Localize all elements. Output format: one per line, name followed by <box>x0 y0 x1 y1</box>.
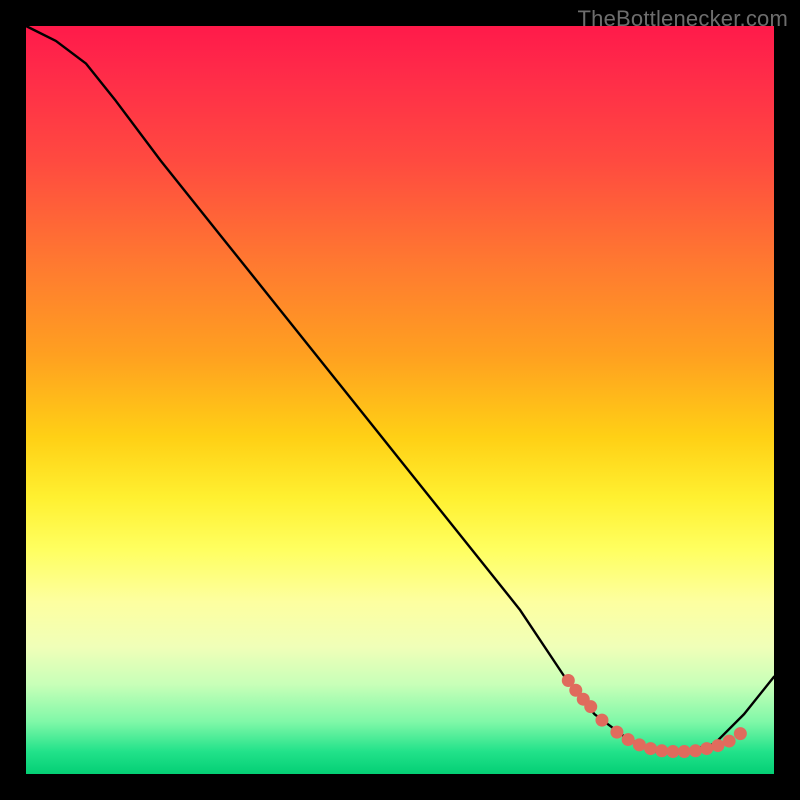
highlight-dot <box>689 744 702 757</box>
highlight-dot <box>595 714 608 727</box>
highlight-dot <box>667 745 680 758</box>
highlight-dot <box>734 727 747 740</box>
highlight-dot <box>633 738 646 751</box>
highlight-dot <box>700 742 713 755</box>
highlight-dot <box>723 735 736 748</box>
highlight-dot <box>678 745 691 758</box>
highlight-dot <box>644 742 657 755</box>
curve-line <box>26 26 774 752</box>
attribution-label: TheBottlenecker.com <box>578 6 788 32</box>
highlight-dot <box>711 739 724 752</box>
plot-area <box>26 26 774 774</box>
highlight-dot <box>610 726 623 739</box>
highlight-dot <box>655 744 668 757</box>
highlight-dot <box>584 700 597 713</box>
chart-svg <box>26 26 774 774</box>
chart-frame: TheBottlenecker.com <box>0 0 800 800</box>
highlight-dot <box>622 733 635 746</box>
